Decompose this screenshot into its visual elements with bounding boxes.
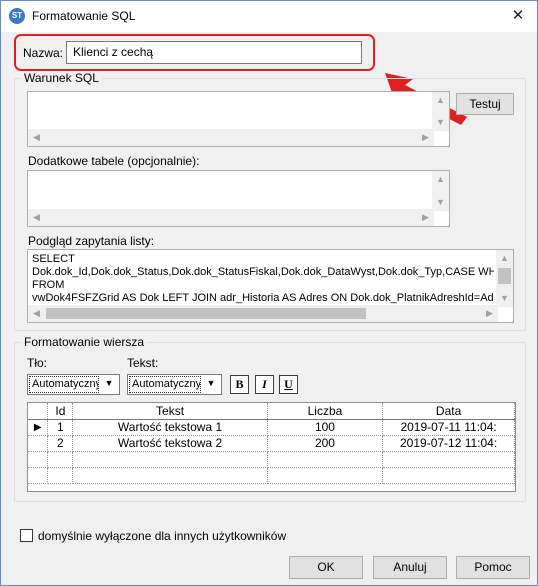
cell-id[interactable]: 2 xyxy=(47,435,74,452)
scroll-thumb[interactable] xyxy=(498,268,511,284)
help-button[interactable]: Pomoc xyxy=(456,556,530,579)
cancel-button[interactable]: Anuluj xyxy=(373,556,447,579)
scroll-up-icon[interactable]: ▲ xyxy=(432,171,449,188)
row-indicator xyxy=(28,435,49,452)
close-button[interactable]: ✕ xyxy=(507,5,529,27)
title-bar: ST Formatowanie SQL ✕ xyxy=(1,1,537,32)
horizontal-scrollbar[interactable]: ◀ ▶ xyxy=(28,305,498,322)
table-row[interactable]: ▶ 1 Wartość tekstowa 1 100 2019-07-11 11… xyxy=(28,419,515,436)
scroll-down-icon[interactable]: ▼ xyxy=(432,114,449,131)
scroll-down-icon[interactable]: ▼ xyxy=(496,290,513,307)
scroll-thumb[interactable] xyxy=(46,308,366,319)
testuj-button[interactable]: Testuj xyxy=(456,93,514,115)
cell-data[interactable]: 2019-07-11 11:04: xyxy=(382,419,515,436)
default-disabled-checkbox[interactable] xyxy=(20,529,33,542)
row-indicator-icon: ▶ xyxy=(28,419,49,436)
formatowanie-legend: Formatowanie wiersza xyxy=(21,335,148,349)
vertical-scrollbar[interactable]: ▲ ▼ xyxy=(432,171,449,211)
scroll-left-icon[interactable]: ◀ xyxy=(28,129,45,146)
cell-liczba[interactable]: 100 xyxy=(267,419,384,436)
ok-button[interactable]: OK xyxy=(289,556,363,579)
scroll-right-icon[interactable]: ▶ xyxy=(417,129,434,146)
table-row-empty xyxy=(28,467,515,484)
chevron-down-icon[interactable]: ▼ xyxy=(101,378,117,388)
preview-line: vwDok4FSFZGrid AS Dok LEFT JOIN adr_Hist… xyxy=(32,292,494,304)
scroll-up-icon[interactable]: ▲ xyxy=(432,92,449,109)
dialog-window: ST Formatowanie SQL ✕ Nazwa: Klienci z c… xyxy=(0,0,538,586)
window-title: Formatowanie SQL xyxy=(32,9,136,23)
query-preview-textarea[interactable]: SELECT Dok.dok_Id,Dok.dok_Status,Dok.dok… xyxy=(27,249,514,323)
horizontal-scrollbar[interactable]: ◀ ▶ xyxy=(28,209,434,226)
app-logo-icon: ST xyxy=(9,8,25,24)
scroll-left-icon[interactable]: ◀ xyxy=(28,305,45,322)
tekst-label: Tekst: xyxy=(127,356,159,370)
tlo-select[interactable]: Automatyczny ▼ xyxy=(27,374,120,395)
default-disabled-label[interactable]: domyślnie wyłączone dla innych użytkowni… xyxy=(38,529,286,543)
grid-header-id[interactable]: Id xyxy=(47,403,74,420)
vertical-scrollbar[interactable]: ▲ ▼ xyxy=(496,250,513,307)
vertical-scrollbar[interactable]: ▲ ▼ xyxy=(432,92,449,131)
cell-data[interactable]: 2019-07-12 11:04: xyxy=(382,435,515,452)
tekst-select[interactable]: Automatyczny ▼ xyxy=(127,374,222,395)
bold-button[interactable]: B xyxy=(230,375,249,394)
table-row-empty xyxy=(28,451,515,468)
query-preview-text: SELECT Dok.dok_Id,Dok.dok_Status,Dok.dok… xyxy=(32,253,494,305)
preview-label: Podgląd zapytania listy: xyxy=(28,234,155,248)
scroll-left-icon[interactable]: ◀ xyxy=(28,209,45,226)
sql-condition-textarea[interactable]: ▲ ▼ ◀ ▶ xyxy=(27,91,450,147)
tlo-select-value: Automatyczny xyxy=(29,376,99,393)
table-row[interactable]: 2 Wartość tekstowa 2 200 2019-07-12 11:0… xyxy=(28,435,515,452)
chevron-down-icon[interactable]: ▼ xyxy=(203,378,219,388)
preview-line: Dok.dok_Id,Dok.dok_Status,Dok.dok_Status… xyxy=(32,266,494,278)
scroll-up-icon[interactable]: ▲ xyxy=(496,250,513,267)
grid-header-liczba[interactable]: Liczba xyxy=(267,403,384,420)
button-bar: OK Anuluj Pomoc xyxy=(1,552,537,585)
scroll-right-icon[interactable]: ▶ xyxy=(481,305,498,322)
tlo-label: Tło: xyxy=(27,356,48,370)
cell-id[interactable]: 1 xyxy=(47,419,74,436)
underline-button[interactable]: U xyxy=(279,375,298,394)
grid-header-data[interactable]: Data xyxy=(382,403,515,420)
warunek-sql-legend: Warunek SQL xyxy=(21,71,102,85)
annotation-highlight-box xyxy=(14,34,375,71)
scroll-right-icon[interactable]: ▶ xyxy=(417,209,434,226)
preview-line: SELECT xyxy=(32,253,75,265)
cell-liczba[interactable]: 200 xyxy=(267,435,384,452)
grid-header-row: Id Tekst Liczba Data xyxy=(28,403,515,420)
horizontal-scrollbar[interactable]: ◀ ▶ xyxy=(28,129,434,146)
italic-button[interactable]: I xyxy=(255,375,274,394)
grid-indicator-header xyxy=(28,403,49,420)
grid-header-tekst[interactable]: Tekst xyxy=(72,403,268,420)
cell-tekst[interactable]: Wartość tekstowa 2 xyxy=(72,435,268,452)
close-icon: ✕ xyxy=(511,7,525,24)
scroll-down-icon[interactable]: ▼ xyxy=(432,194,449,211)
tekst-select-value: Automatyczny xyxy=(129,376,201,393)
preview-line: FROM xyxy=(32,279,65,291)
extra-tables-label: Dodatkowe tabele (opcjonalnie): xyxy=(28,154,200,168)
preview-grid[interactable]: Id Tekst Liczba Data ▶ 1 Wartość tekstow… xyxy=(27,402,516,492)
preview-grid-table: Id Tekst Liczba Data ▶ 1 Wartość tekstow… xyxy=(28,403,515,484)
cell-tekst[interactable]: Wartość tekstowa 1 xyxy=(72,419,268,436)
extra-tables-textarea[interactable]: ▲ ▼ ◀ ▶ xyxy=(27,170,450,227)
